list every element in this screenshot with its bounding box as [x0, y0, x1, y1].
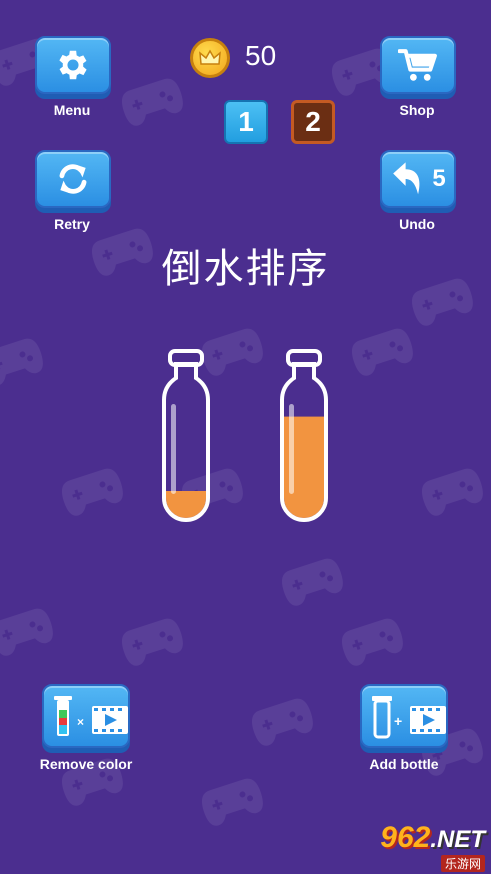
bottle-1[interactable] — [156, 348, 216, 528]
undo-count: 5 — [432, 165, 446, 192]
controller-pattern-icon — [281, 558, 343, 606]
level-next-badge: 2 — [291, 100, 335, 144]
level-current-badge: 1 — [224, 100, 268, 144]
bottle-shine — [171, 404, 176, 494]
cart-icon — [398, 49, 437, 81]
controller-pattern-icon — [251, 698, 313, 746]
watermark-main: 962 — [380, 820, 431, 854]
add-bottle-icon: + — [372, 696, 446, 739]
controller-pattern-icon — [341, 618, 403, 666]
bottle-shine — [289, 404, 294, 494]
shop-button[interactable] — [380, 36, 456, 94]
controller-pattern-icon — [121, 618, 183, 666]
menu-label: Menu — [53, 102, 91, 118]
add-bottle-button[interactable]: + — [360, 684, 448, 748]
bottle-2[interactable] — [274, 348, 334, 528]
undo-arrow-icon — [393, 162, 420, 195]
menu-button[interactable] — [35, 36, 111, 94]
gear-icon — [59, 50, 87, 80]
site-watermark-logo: 962.NET 乐游网 — [355, 822, 485, 872]
remove-color-icon: × — [54, 696, 128, 736]
game-title: 倒水排序 — [161, 246, 330, 292]
refresh-icon — [59, 164, 87, 194]
retry-label: Retry — [54, 216, 90, 232]
controller-pattern-icon — [61, 468, 123, 516]
undo-button[interactable]: 5 — [380, 150, 456, 208]
svg-text:+: + — [394, 713, 402, 729]
remove-color-label: Remove color — [39, 756, 133, 772]
controller-pattern-icon — [0, 338, 43, 386]
undo-label: Undo — [399, 216, 435, 232]
coin-count: 50 — [245, 40, 277, 71]
controller-pattern-icon — [351, 328, 413, 376]
controller-pattern-icon — [421, 468, 483, 516]
watermark-suffix: .NET — [430, 825, 485, 853]
add-bottle-label: Add bottle — [369, 756, 439, 772]
controller-pattern-icon — [0, 608, 53, 656]
remove-color-button[interactable]: × — [42, 684, 130, 748]
watermark-sub: 乐游网 — [440, 854, 485, 872]
controller-pattern-icon — [121, 78, 183, 126]
retry-button[interactable] — [35, 150, 111, 208]
controller-pattern-icon — [201, 778, 263, 826]
svg-text:×: × — [77, 715, 84, 729]
shop-label: Shop — [399, 102, 435, 118]
crown-coin-icon — [190, 38, 230, 78]
